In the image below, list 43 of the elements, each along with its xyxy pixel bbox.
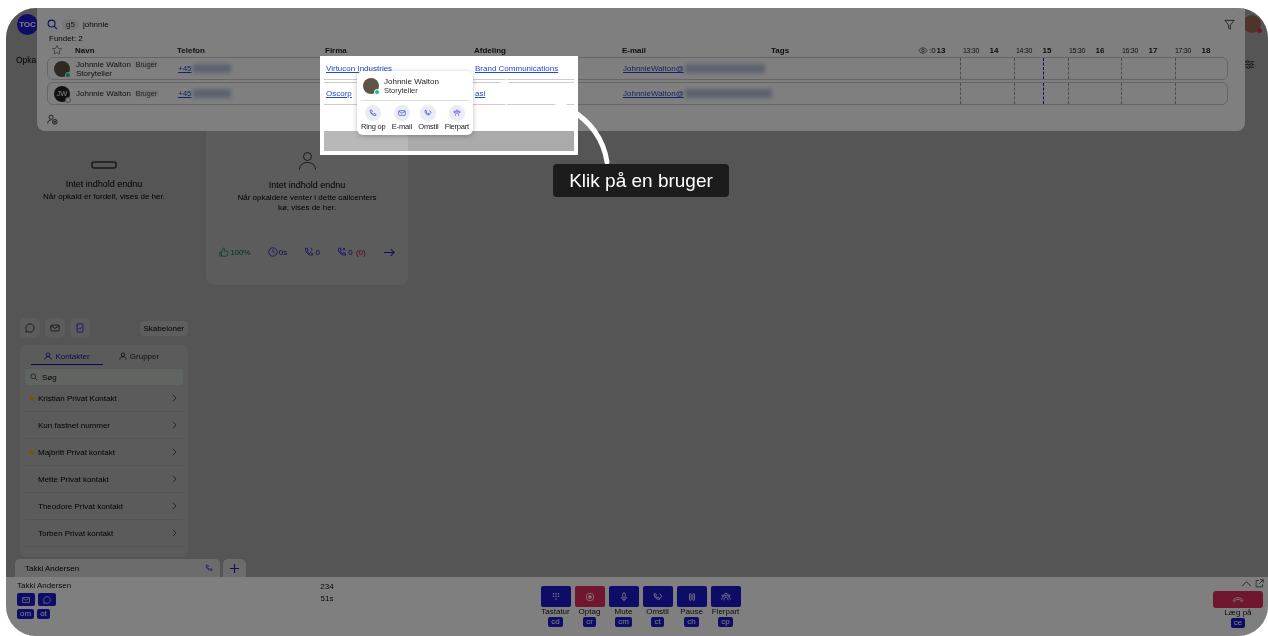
shortcut-key: ch	[684, 617, 699, 627]
control-label: Mute	[614, 607, 633, 617]
empty-state-text: Når opkald er fordelt, vises de her.	[42, 192, 166, 203]
shortcut-key: ce	[1230, 618, 1246, 628]
control-label: Optag	[578, 607, 601, 617]
shortcut-key: ct	[651, 617, 664, 627]
time-label: 18	[1201, 45, 1212, 55]
column-header: Telefon	[177, 45, 206, 55]
control-label: Flerpart	[711, 607, 740, 617]
user-name: Johnnie Walton	[76, 59, 131, 69]
user-title: Storyteller	[76, 68, 113, 78]
result-count: Fundet: 2	[49, 34, 84, 44]
visible-count: :0	[918, 45, 937, 55]
shortcut-key: cp	[718, 617, 733, 627]
control-label: Tastatur	[541, 607, 570, 617]
time-label: 16	[1095, 45, 1106, 55]
section-title: Opka	[16, 55, 37, 67]
column-header: E-mail	[622, 45, 647, 55]
caller-name: Takki Andersen	[17, 581, 73, 590]
empty-state-title: Intet indhold endnu	[65, 179, 143, 189]
control-label: Pause	[680, 607, 703, 617]
wait-time: 0s	[267, 247, 288, 257]
tutorial-callout: Klik på en bruger	[553, 164, 729, 197]
column-header: Tags	[771, 45, 791, 55]
time-label: 15	[1042, 45, 1053, 55]
user-name: Johnnie Walton	[76, 89, 131, 98]
column-header: Afdeling	[474, 45, 507, 55]
call-duration: 51s	[320, 594, 334, 603]
time-label: 14	[989, 45, 1000, 55]
empty-state-title: Intet indhold endnu	[268, 180, 346, 190]
answer-rate: 100%	[219, 247, 251, 257]
time-label: 17	[1148, 45, 1159, 55]
time-label: 13	[936, 45, 947, 55]
shortcut-key: om	[17, 609, 35, 619]
call-number: 234	[320, 582, 334, 591]
control-label: Læg på	[1224, 608, 1252, 618]
control-label: Omstil	[646, 607, 669, 617]
shortcut-key: ot	[37, 609, 50, 619]
shortcut-key: cd	[548, 617, 563, 627]
shortcut-key: cm	[615, 617, 632, 627]
shortcut-key: cr	[583, 617, 596, 627]
column-header: Navn	[75, 45, 96, 55]
column-header: Firma	[325, 45, 348, 55]
